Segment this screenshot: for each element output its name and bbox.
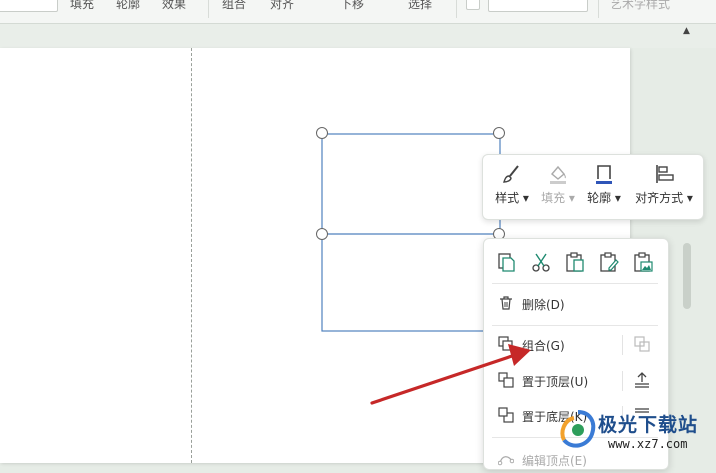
watermark-logo-icon [560,410,596,448]
annotation-arrow [370,344,531,405]
watermark-title: 极光下载站 [598,414,699,436]
watermark-url: www.xz7.com [608,437,688,451]
watermark: 极光下载站 www.xz7.com [550,404,716,463]
